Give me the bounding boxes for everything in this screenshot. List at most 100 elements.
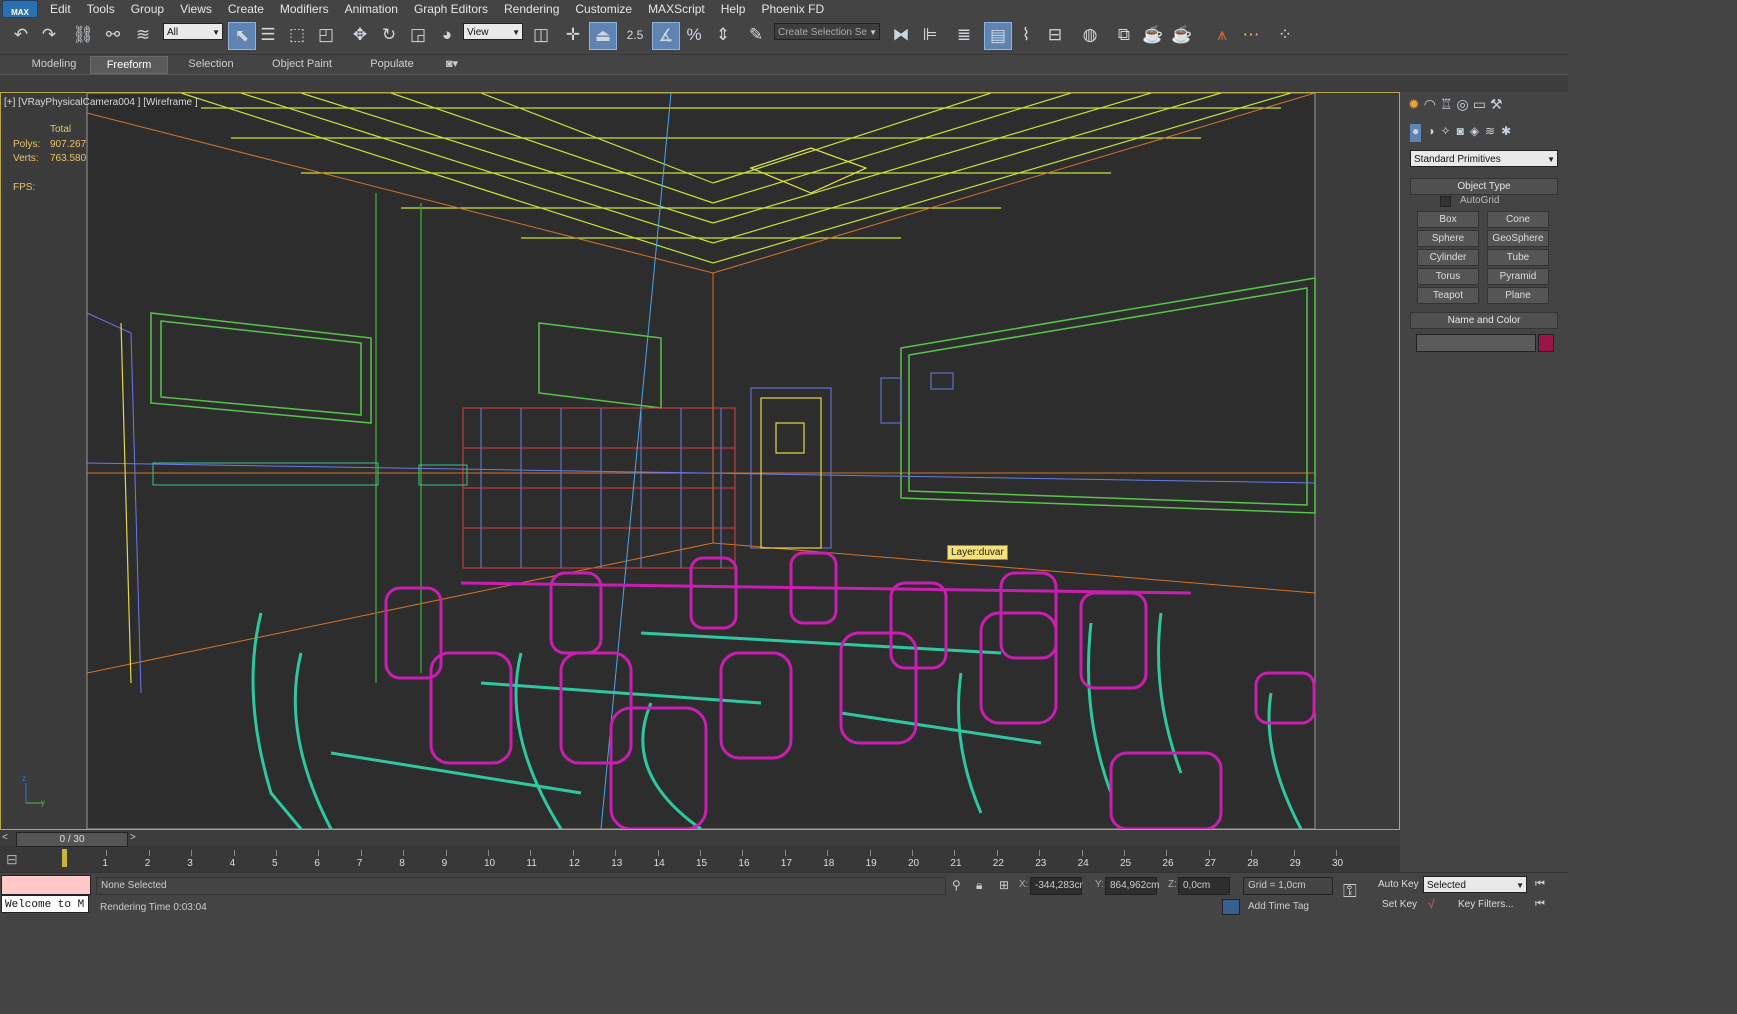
tab-selection[interactable]: Selection: [178, 56, 244, 72]
undo-icon[interactable]: ↶: [8, 22, 34, 48]
transform-mode-icon[interactable]: ⊞: [999, 878, 1009, 892]
curve-editor-icon[interactable]: ⌇: [1013, 22, 1039, 48]
trackbar[interactable]: ⊟ 1 2 3 4 5 6 7 8 9 10 11 12 13 14 15 16 17 18 19 20 21 22 23 2…: [0, 847, 1400, 872]
teapot-button[interactable]: Teapot: [1417, 287, 1479, 304]
snap-toggle-icon[interactable]: 2.5: [622, 22, 648, 48]
select-object-icon[interactable]: ⬉: [228, 22, 256, 50]
next-frame-icon[interactable]: >: [130, 832, 142, 844]
space-warps-icon[interactable]: ≋: [1485, 124, 1495, 142]
viewport[interactable]: z y Layer:duvar: [0, 92, 1400, 830]
time-tag-icon[interactable]: [1222, 899, 1240, 915]
rectangular-selection-icon[interactable]: ⬚: [284, 22, 310, 48]
schematic-view-icon[interactable]: ⊟: [1042, 22, 1068, 48]
tab-populate[interactable]: Populate: [360, 56, 424, 72]
helpers-icon[interactable]: ◈: [1470, 124, 1479, 142]
viewport-label[interactable]: [+] [VRayPhysicalCamera004 ] [Wireframe …: [4, 97, 198, 108]
maxscript-listener-top[interactable]: [1, 875, 91, 895]
tube-button[interactable]: Tube: [1487, 249, 1549, 266]
menu-modifiers[interactable]: Modifiers: [272, 2, 337, 16]
maxscript-listener[interactable]: Welcome to M: [1, 895, 89, 913]
unlink-icon[interactable]: ⚯: [100, 22, 126, 48]
menu-views[interactable]: Views: [172, 2, 220, 16]
menu-edit[interactable]: Edit: [42, 2, 79, 16]
window-crossing-icon[interactable]: ◰: [313, 22, 339, 48]
spinner-snap-icon[interactable]: ⇕: [710, 22, 736, 48]
menu-rendering[interactable]: Rendering: [496, 2, 567, 16]
menu-customize[interactable]: Customize: [567, 2, 640, 16]
menu-phoenix-fd[interactable]: Phoenix FD: [753, 2, 832, 16]
box-button[interactable]: Box: [1417, 211, 1479, 228]
angle-snap-icon[interactable]: ∡: [652, 22, 680, 50]
utilities-tab-icon[interactable]: ⚒: [1490, 96, 1503, 116]
align-icon[interactable]: ⊫: [917, 22, 943, 48]
tab-freeform[interactable]: Freeform: [90, 56, 168, 74]
sphere-button[interactable]: Sphere: [1417, 230, 1479, 247]
isolate-icon[interactable]: ⚲: [952, 878, 961, 892]
auto-key-button[interactable]: Auto Key: [1378, 879, 1419, 890]
z-coordinate-field[interactable]: 0,0cm: [1178, 877, 1230, 895]
systems-icon[interactable]: ✱: [1501, 124, 1511, 142]
material-editor-icon[interactable]: ◍: [1077, 22, 1103, 48]
rotate-icon[interactable]: ↻: [376, 22, 402, 48]
menu-help[interactable]: Help: [713, 2, 754, 16]
rendered-frame-window-icon[interactable]: ☕: [1140, 22, 1166, 48]
key-filters-button[interactable]: Key Filters...: [1458, 899, 1514, 910]
display-tab-icon[interactable]: ▭: [1473, 96, 1486, 116]
create-tab-icon[interactable]: ✹: [1408, 96, 1420, 116]
bind-space-warp-icon[interactable]: ≋: [130, 22, 156, 48]
select-by-name-icon[interactable]: ☰: [255, 22, 281, 48]
plane-button[interactable]: Plane: [1487, 287, 1549, 304]
key-curve-icon[interactable]: √: [1428, 897, 1435, 911]
time-slider[interactable]: < 0 / 30 >: [0, 830, 1400, 847]
select-manipulate-icon[interactable]: ✛: [560, 22, 586, 48]
geosphere-button[interactable]: GeoSphere: [1487, 230, 1549, 247]
lock-icon[interactable]: 🔒︎: [976, 878, 982, 893]
geometry-icon[interactable]: ●: [1410, 124, 1422, 142]
menu-maxscript[interactable]: MAXScript: [640, 2, 713, 16]
render-setup-icon[interactable]: ⧉: [1111, 22, 1137, 48]
object-name-input[interactable]: [1416, 334, 1536, 352]
scale-icon[interactable]: ◲: [405, 22, 431, 48]
category-dropdown[interactable]: Standard Primitives ▼: [1410, 150, 1558, 167]
object-color-swatch[interactable]: [1538, 334, 1554, 352]
percent-snap-icon[interactable]: %: [681, 22, 707, 48]
link-icon[interactable]: ⛓: [70, 22, 96, 48]
reference-coordinate-dropdown[interactable]: View ▼: [463, 23, 523, 40]
menu-animation[interactable]: Animation: [337, 2, 406, 16]
cone-button[interactable]: Cone: [1487, 211, 1549, 228]
keyboard-shortcut-override-icon[interactable]: ⏏: [589, 22, 617, 50]
ribbon-options-icon[interactable]: ◙▾: [440, 56, 464, 72]
modify-tab-icon[interactable]: ◠: [1424, 96, 1436, 116]
tab-object-paint[interactable]: Object Paint: [262, 56, 342, 72]
x-coordinate-field[interactable]: -344,283cr: [1030, 877, 1083, 895]
menu-tools[interactable]: Tools: [79, 2, 123, 16]
move-icon[interactable]: ✥: [347, 22, 373, 48]
key-icon[interactable]: ⚿: [1343, 881, 1357, 902]
named-selection-set-input[interactable]: Create Selection Se ▼: [774, 23, 880, 40]
torus-button[interactable]: Torus: [1417, 268, 1479, 285]
key-mode-dropdown[interactable]: Selected ▼: [1423, 876, 1527, 893]
measure-icon[interactable]: ⋯: [1238, 22, 1264, 48]
mirror-icon[interactable]: ⧓: [888, 22, 914, 48]
app-logo[interactable]: MAX: [2, 0, 38, 18]
object-type-rollout[interactable]: Object Type: [1410, 178, 1558, 195]
prev-frame-icon[interactable]: <: [2, 832, 14, 844]
pivot-center-icon[interactable]: ◫: [528, 22, 554, 48]
menu-graph-editors[interactable]: Graph Editors: [406, 2, 496, 16]
place-icon[interactable]: ◕: [434, 22, 460, 48]
goto-start-alt-icon[interactable]: ⏮: [1535, 898, 1545, 911]
menu-create[interactable]: Create: [220, 2, 272, 16]
tab-modeling[interactable]: Modeling: [24, 56, 84, 72]
menu-group[interactable]: Group: [123, 2, 172, 16]
particle-icon[interactable]: ⁘: [1272, 22, 1298, 48]
cylinder-button[interactable]: Cylinder: [1417, 249, 1479, 266]
motion-tab-icon[interactable]: ◎: [1457, 96, 1469, 116]
set-key-button[interactable]: Set Key: [1382, 899, 1417, 910]
selection-filter-dropdown[interactable]: All ▼: [163, 23, 223, 40]
name-and-color-rollout[interactable]: Name and Color: [1410, 312, 1558, 329]
scene-explorer-icon[interactable]: ▤: [984, 22, 1012, 50]
edit-named-selection-icon[interactable]: ✎: [743, 22, 769, 48]
cameras-icon[interactable]: ◙: [1457, 124, 1464, 142]
hierarchy-tab-icon[interactable]: ♖: [1440, 96, 1453, 116]
vray-toolbar-icon[interactable]: ⩚: [1209, 22, 1235, 48]
